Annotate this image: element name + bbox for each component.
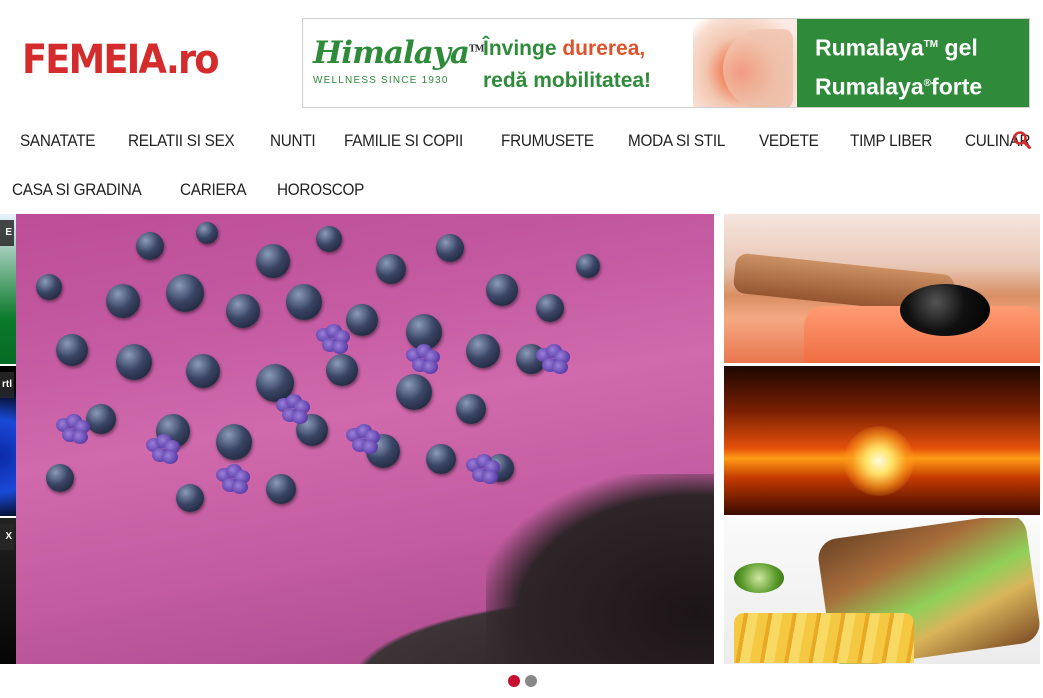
blueberry — [346, 304, 378, 336]
blueberry — [316, 226, 342, 252]
nav-item-casa-si-gradina[interactable]: CASA SI GRADINA — [12, 176, 142, 206]
logo-suffix: .ro — [165, 37, 220, 83]
violet-flower — [316, 324, 350, 354]
blueberry — [536, 294, 564, 322]
blueberry — [456, 394, 486, 424]
nav-item-frumusete[interactable]: FRUMUSETE — [501, 127, 594, 157]
side-article-thumb-1[interactable] — [724, 214, 1040, 363]
plate-shadow — [486, 474, 714, 664]
ad-brand: HimalayaTM WELLNESS SINCE 1930 — [303, 19, 485, 107]
blueberry — [216, 424, 252, 460]
main-nav-row-2: CASA SI GRADINA CARIERA HOROSCOP — [12, 176, 398, 206]
previous-slides-strip[interactable]: E rtl X — [0, 214, 16, 664]
ad-slogan: Învinge durerea, redă mobilitatea! — [483, 37, 652, 92]
featured-slide-image[interactable] — [16, 214, 714, 664]
nav-item-timp-liber[interactable]: TIMP LIBER — [850, 127, 932, 157]
thumb-pepper — [734, 563, 784, 593]
slider-pagination — [508, 675, 537, 687]
slider-dot-2[interactable] — [525, 675, 537, 687]
violet-flower — [56, 414, 90, 444]
blueberry — [116, 344, 152, 380]
ad-product-2: Rumalaya®forte — [815, 73, 983, 100]
violet-flower — [146, 434, 180, 464]
blueberry — [46, 464, 74, 492]
blueberry — [396, 374, 432, 410]
blueberry — [376, 254, 406, 284]
blueberry — [86, 404, 116, 434]
slider-dot-1[interactable] — [508, 675, 520, 687]
ad-leg-image — [723, 29, 793, 107]
strip-label-2: rtl — [0, 372, 14, 398]
blueberry — [576, 254, 600, 278]
strip-label-1: E — [0, 220, 14, 246]
blueberry — [436, 234, 464, 262]
blueberry — [286, 284, 322, 320]
violet-flower — [216, 464, 250, 494]
violet-flower — [346, 424, 380, 454]
violet-flower — [406, 344, 440, 374]
nav-item-sanatate[interactable]: SANATATE — [20, 127, 95, 157]
page: FEMEIA.ro HimalayaTM WELLNESS SINCE 1930… — [0, 0, 1043, 698]
ad-brand-name: HimalayaTM — [313, 35, 485, 71]
nav-item-relatii-si-sex[interactable]: RELATII SI SEX — [128, 127, 235, 157]
logo-text: FEMEIA — [22, 37, 168, 83]
blueberry — [176, 484, 204, 512]
blueberry — [36, 274, 62, 300]
blueberry — [226, 294, 260, 328]
search-icon[interactable] — [1012, 130, 1032, 150]
blueberry — [426, 444, 456, 474]
blueberry — [166, 274, 204, 312]
blueberry — [196, 222, 218, 244]
site-logo[interactable]: FEMEIA.ro — [22, 37, 220, 83]
nav-item-horoscop[interactable]: HOROSCOP — [277, 176, 364, 206]
strip-label-3: X — [0, 524, 14, 550]
thumb-fries — [734, 613, 914, 663]
nav-item-familie-si-copii[interactable]: FAMILIE SI COPII — [344, 127, 463, 157]
blueberry — [256, 244, 290, 278]
blueberry — [266, 474, 296, 504]
side-article-thumb-2[interactable] — [724, 366, 1040, 515]
nav-item-moda-si-stil[interactable]: MODA SI STIL — [628, 127, 725, 157]
ad-banner[interactable]: HimalayaTM WELLNESS SINCE 1930 Învinge d… — [302, 18, 1030, 108]
violet-flower — [466, 454, 500, 484]
blueberry — [136, 232, 164, 260]
blueberry — [56, 334, 88, 366]
blueberry — [326, 354, 358, 386]
ad-product-1: RumalayaTM gel — [815, 34, 978, 61]
thumb-caviar — [900, 284, 990, 336]
featured-slider[interactable]: E rtl X — [0, 214, 714, 664]
nav-item-vedete[interactable]: VEDETE — [759, 127, 819, 157]
thumb-sun — [844, 426, 914, 496]
side-article-thumb-3[interactable] — [724, 518, 1040, 664]
violet-flower — [276, 394, 310, 424]
nav-item-cariera[interactable]: CARIERA — [180, 176, 246, 206]
nav-item-nunti[interactable]: NUNTI — [270, 127, 316, 157]
ad-product-panel: RumalayaTM gel Rumalaya®forte — [797, 19, 1029, 107]
violet-flower — [536, 344, 570, 374]
blueberry — [486, 274, 518, 306]
ad-brand-tagline: WELLNESS SINCE 1930 — [313, 75, 449, 86]
blueberry — [466, 334, 500, 368]
main-nav-row-1: SANATATE RELATII SI SEX NUNTI FAMILIE SI… — [20, 127, 1043, 157]
blueberry — [106, 284, 140, 318]
blueberry — [186, 354, 220, 388]
